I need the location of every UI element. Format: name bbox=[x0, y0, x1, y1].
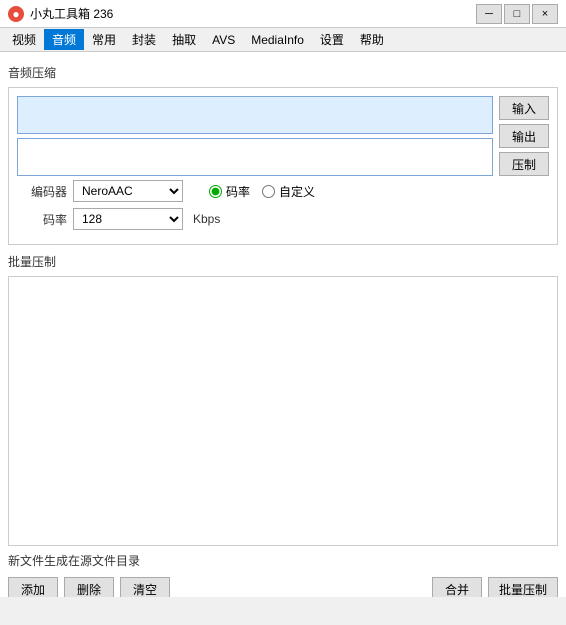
app-title: 小丸工具箱 236 bbox=[30, 5, 113, 22]
encoder-row: 编码器 NeroAAC QAAC FLAC MP3 码率 自定义 bbox=[17, 180, 549, 202]
menu-item-settings[interactable]: 设置 bbox=[312, 29, 352, 50]
minimize-button[interactable]: ─ bbox=[476, 4, 502, 24]
audio-compression-box: 输入 输出 压制 编码器 NeroAAC QAAC FLAC MP3 码率 bbox=[8, 87, 558, 245]
custom-radio[interactable] bbox=[262, 185, 275, 198]
footer-label: 新文件生成在源文件目录 bbox=[8, 554, 140, 568]
close-button[interactable]: × bbox=[532, 4, 558, 24]
batch-compression-label: 批量压制 bbox=[8, 253, 558, 270]
audio-compression-label: 音频压缩 bbox=[8, 64, 558, 81]
delete-button[interactable]: 删除 bbox=[64, 577, 114, 597]
bitrate-radio-label: 码率 bbox=[226, 183, 250, 200]
audio-output-field[interactable] bbox=[17, 138, 493, 176]
footer-bar: 添加 删除 清空 合并 批量压制 bbox=[8, 573, 558, 597]
menu-item-video[interactable]: 视频 bbox=[4, 29, 44, 50]
bitrate-select[interactable]: 128 192 256 320 64 96 bbox=[73, 208, 183, 230]
action-buttons: 输入 输出 压制 bbox=[499, 96, 549, 176]
audio-input-field[interactable] bbox=[17, 96, 493, 134]
mode-radio-group: 码率 自定义 bbox=[209, 183, 315, 200]
menu-item-help[interactable]: 帮助 bbox=[352, 29, 392, 50]
input-button[interactable]: 输入 bbox=[499, 96, 549, 120]
merge-button[interactable]: 合并 bbox=[432, 577, 482, 597]
menu-item-mediainfo[interactable]: MediaInfo bbox=[243, 31, 312, 49]
custom-radio-label: 自定义 bbox=[279, 183, 315, 200]
kbps-label: Kbps bbox=[193, 212, 220, 226]
clear-button[interactable]: 清空 bbox=[120, 577, 170, 597]
menu-bar: 视频 音频 常用 封装 抽取 AVS MediaInfo 设置 帮助 bbox=[0, 28, 566, 52]
title-bar: ● 小丸工具箱 236 ─ □ × bbox=[0, 0, 566, 28]
app-icon: ● bbox=[8, 6, 24, 22]
bitrate-row: 码率 128 192 256 320 64 96 Kbps bbox=[17, 208, 549, 230]
batch-compress-button[interactable]: 批量压制 bbox=[488, 577, 558, 597]
bitrate-radio[interactable] bbox=[209, 185, 222, 198]
output-button[interactable]: 输出 bbox=[499, 124, 549, 148]
menu-item-avs[interactable]: AVS bbox=[204, 31, 243, 49]
encoder-select[interactable]: NeroAAC QAAC FLAC MP3 bbox=[73, 180, 183, 202]
audio-compression-section: 音频压缩 输入 输出 压制 编码器 NeroAAC QAAC bbox=[8, 64, 558, 245]
compress-button[interactable]: 压制 bbox=[499, 152, 549, 176]
maximize-button[interactable]: □ bbox=[504, 4, 530, 24]
input-output-fields bbox=[17, 96, 493, 176]
menu-item-extract[interactable]: 抽取 bbox=[164, 29, 204, 50]
main-content: 音频压缩 输入 输出 压制 编码器 NeroAAC QAAC bbox=[0, 52, 566, 597]
encoder-label: 编码器 bbox=[17, 183, 67, 200]
bitrate-radio-item[interactable]: 码率 bbox=[209, 183, 250, 200]
menu-item-package[interactable]: 封装 bbox=[124, 29, 164, 50]
title-bar-left: ● 小丸工具箱 236 bbox=[8, 5, 113, 22]
batch-file-list[interactable] bbox=[8, 276, 558, 546]
menu-item-common[interactable]: 常用 bbox=[84, 29, 124, 50]
footer-right-buttons: 合并 批量压制 bbox=[432, 577, 558, 597]
menu-item-audio[interactable]: 音频 bbox=[44, 29, 84, 50]
bitrate-label: 码率 bbox=[17, 211, 67, 228]
add-button[interactable]: 添加 bbox=[8, 577, 58, 597]
batch-compression-section: 批量压制 新文件生成在源文件目录 添加 删除 清空 合并 批量压制 bbox=[8, 253, 558, 597]
window-controls: ─ □ × bbox=[476, 4, 558, 24]
custom-radio-item[interactable]: 自定义 bbox=[262, 183, 315, 200]
